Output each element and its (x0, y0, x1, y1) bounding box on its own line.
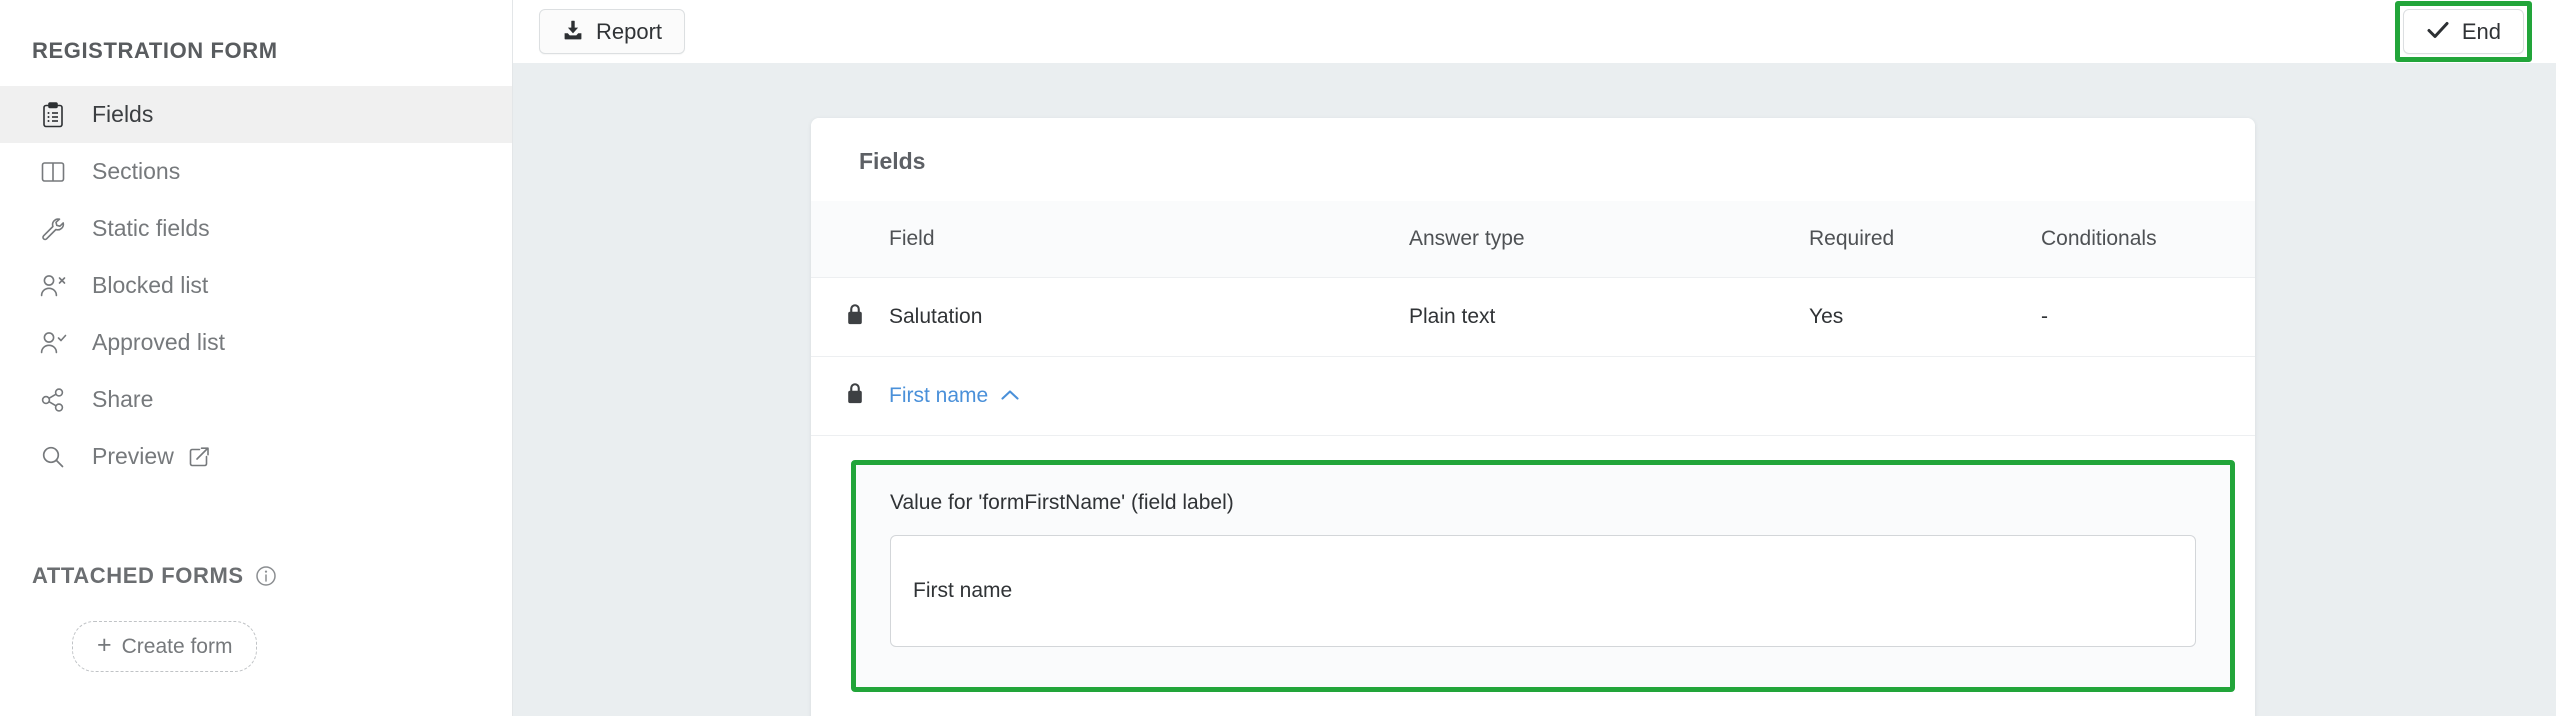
attached-forms-header: ATTACHED FORMS (0, 563, 512, 589)
wrench-icon (36, 212, 70, 246)
column-lock-spacer (811, 201, 889, 278)
fields-card: Fields Field Answer type Required Condit… (811, 118, 2255, 716)
external-link-icon (188, 446, 210, 468)
column-header-conditionals: Conditionals (2041, 227, 2157, 250)
field-value-textarea[interactable] (890, 535, 2196, 647)
field-detail-highlight: Value for 'formFirstName' (field label) (851, 460, 2235, 692)
fields-table-head: Field Answer type Required Conditionals (811, 201, 2255, 278)
field-value-label: Value for 'formFirstName' (field label) (890, 491, 1234, 514)
field-detail-cell: Value for 'formFirstName' (field label) (811, 435, 2255, 716)
column-header-required: Required (1809, 227, 1895, 250)
table-row[interactable]: First name (811, 356, 2255, 436)
main-area: Report End Fields Field Answer type Requ… (513, 0, 2556, 716)
report-button[interactable]: Report (539, 9, 686, 54)
field-expand-link[interactable]: First name (889, 384, 1020, 408)
sidebar-item-label: Share (92, 386, 154, 412)
sidebar-item-label: Static fields (92, 215, 210, 241)
cell-conditionals: - (2041, 277, 2255, 357)
field-detail-panel: Value for 'formFirstName' (field label) (856, 465, 2230, 687)
sidebar-item-label: Blocked list (92, 272, 209, 298)
info-icon[interactable] (255, 565, 277, 587)
user-x-icon (36, 269, 70, 303)
report-label: Report (596, 18, 663, 44)
sidebar-item-blocked-list[interactable]: Blocked list (0, 257, 512, 314)
sidebar-nav: Fields Sections Static fields Blocked li… (0, 86, 512, 485)
cell-field: Salutation (889, 277, 1409, 357)
end-label: End (2461, 18, 2501, 44)
fields-table-body: Salutation Plain text Yes - First name V… (811, 277, 2255, 716)
sidebar: REGISTRATION FORM Fields Sections Static… (0, 0, 513, 716)
cell-required: Yes (1809, 277, 2041, 357)
column-header-answer-type: Answer type (1409, 227, 1525, 250)
check-icon (2426, 19, 2450, 45)
column-header-field: Field (889, 227, 935, 250)
user-check-icon (36, 326, 70, 360)
sidebar-item-label: Preview (92, 443, 174, 469)
cell-answer-type: Plain text (1409, 277, 1809, 357)
sidebar-item-preview[interactable]: Preview (0, 428, 512, 485)
create-form-button[interactable]: + Create form (72, 621, 258, 672)
app-root: REGISTRATION FORM Fields Sections Static… (0, 0, 2556, 716)
sidebar-item-share[interactable]: Share (0, 371, 512, 428)
content-canvas: Fields Field Answer type Required Condit… (513, 63, 2556, 716)
sidebar-item-label: Sections (92, 158, 181, 184)
sidebar-item-fields[interactable]: Fields (0, 86, 512, 143)
lock-icon (811, 356, 889, 436)
fields-table: Field Answer type Required Conditionals (811, 201, 2255, 716)
chevron-up-icon (1000, 384, 1020, 408)
sidebar-item-label: Approved list (92, 329, 225, 355)
field-link-label: First name (889, 384, 989, 407)
top-toolbar: Report End (513, 0, 2556, 63)
cell-required (1809, 356, 2041, 436)
sidebar-title: REGISTRATION FORM (32, 38, 278, 63)
field-detail-row: Value for 'formFirstName' (field label) (811, 435, 2255, 716)
download-icon (562, 19, 584, 45)
fields-card-title: Fields (811, 118, 2255, 201)
table-row[interactable]: Salutation Plain text Yes - (811, 277, 2255, 357)
plus-icon: + (97, 631, 112, 659)
clipboard-icon (36, 98, 70, 132)
table-header-row: Field Answer type Required Conditionals (811, 201, 2255, 278)
share-icon (36, 383, 70, 417)
create-form-label: Create form (121, 635, 233, 658)
sidebar-item-sections[interactable]: Sections (0, 143, 512, 200)
attached-forms-title: ATTACHED FORMS (32, 563, 244, 588)
sidebar-item-static-fields[interactable]: Static fields (0, 200, 512, 257)
cell-conditionals (2041, 356, 2255, 436)
search-icon (36, 440, 70, 474)
cell-field: First name (889, 356, 1409, 436)
end-button[interactable]: End (2402, 9, 2524, 54)
sidebar-item-label: Fields (92, 101, 154, 127)
sidebar-item-approved-list[interactable]: Approved list (0, 314, 512, 371)
end-button-highlight: End (2394, 1, 2532, 62)
columns-icon (36, 155, 70, 189)
lock-icon (811, 277, 889, 357)
cell-answer-type (1409, 356, 1809, 436)
